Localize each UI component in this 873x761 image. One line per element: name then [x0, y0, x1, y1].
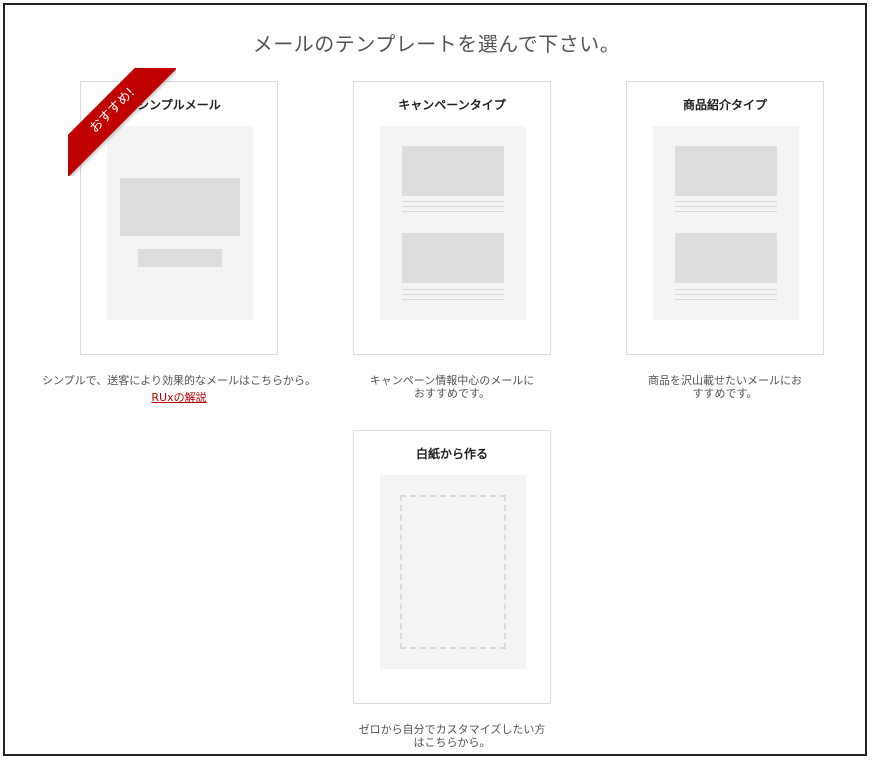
preview-line	[675, 299, 777, 300]
preview-line	[402, 206, 504, 207]
preview-line	[675, 211, 777, 212]
blank-dashed-area	[400, 495, 506, 649]
preview-line	[675, 206, 777, 207]
card-title: シンプルメール	[137, 98, 221, 112]
template-desc-campaign: キャンペーン情報中心のメールにおすすめです。	[312, 374, 592, 400]
preview-line	[402, 201, 504, 202]
template-desc-simple: シンプルで、送客により効果的なメールはこちらから。 RUxの解説	[39, 374, 319, 404]
preview-line	[402, 299, 504, 300]
template-card-simple[interactable]: シンプルメール	[80, 81, 278, 355]
preview-image-block	[402, 146, 504, 196]
template-desc-blank: ゼロから自分でカスタマイズしたい方はこちらから。	[312, 723, 592, 749]
preview-image-block	[402, 233, 504, 283]
template-card-campaign[interactable]: キャンペーンタイプ	[353, 81, 551, 355]
card-title: キャンペーンタイプ	[398, 98, 506, 112]
template-card-blank[interactable]: 白紙から作る	[353, 430, 551, 704]
template-preview-blank	[380, 475, 526, 669]
page-title: メールのテンプレートを選んで下さい。	[252, 32, 621, 56]
preview-line	[675, 201, 777, 202]
template-card-product[interactable]: 商品紹介タイプ	[626, 81, 824, 355]
rux-explanation-link[interactable]: RUxの解説	[151, 391, 206, 404]
desc-text: キャンペーン情報中心のメールにおすすめです。	[369, 374, 535, 400]
template-preview-simple	[107, 126, 253, 320]
preview-line	[402, 211, 504, 212]
card-title: 白紙から作る	[415, 447, 488, 461]
template-desc-product: 商品を沢山載せたいメールにおすすめです。	[585, 374, 865, 400]
preview-line	[675, 289, 777, 290]
preview-image-block	[120, 178, 240, 236]
desc-text: シンプルで、送客により効果的なメールはこちらから。	[41, 374, 316, 387]
preview-button-block	[138, 249, 222, 267]
desc-text: 商品を沢山載せたいメールにおすすめです。	[648, 374, 802, 400]
preview-line	[402, 294, 504, 295]
preview-line	[675, 294, 777, 295]
preview-line	[402, 289, 504, 290]
preview-image-block	[675, 233, 777, 283]
desc-text: ゼロから自分でカスタマイズしたい方はこちらから。	[358, 723, 546, 749]
preview-image-block	[675, 146, 777, 196]
card-title: 商品紹介タイプ	[682, 98, 767, 112]
template-preview-campaign	[380, 126, 526, 320]
template-preview-product	[653, 126, 799, 320]
